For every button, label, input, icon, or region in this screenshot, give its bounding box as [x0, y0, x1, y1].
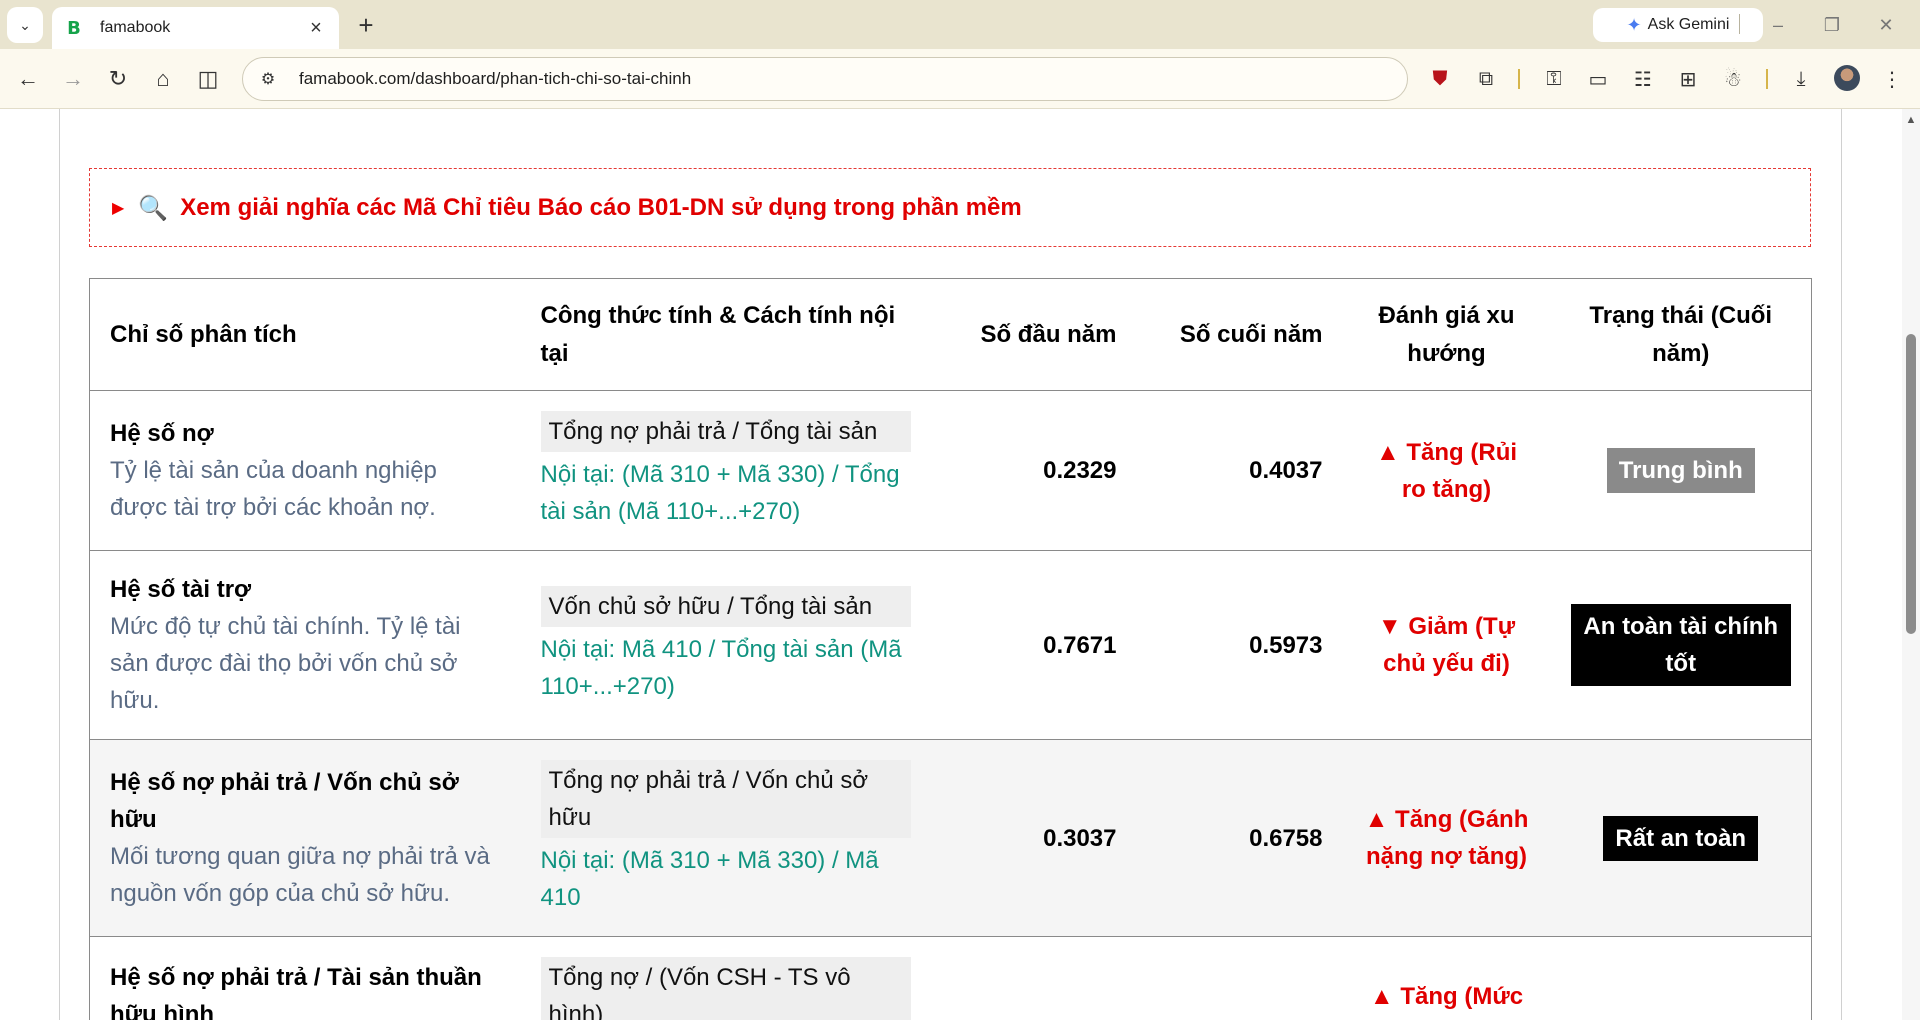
ratio-name: Hệ số nợ phải trả / Vốn chủ sở hữu	[110, 769, 459, 833]
financial-ratio-table: Chỉ số phân tích Công thức tính & Cách t…	[89, 278, 1812, 1020]
formula-text: Vốn chủ sở hữu / Tổng tài sản	[540, 585, 911, 627]
browser-tab-active[interactable]: B famabook ×	[52, 7, 339, 49]
end-value: 0.5973	[1136, 550, 1343, 740]
header-trend: Đánh giá xu hướng	[1342, 278, 1551, 391]
ratio-description: Mối tương quan giữa nợ phải trả và nguồn…	[110, 843, 490, 907]
menu-icon[interactable]: ⋮	[1876, 63, 1908, 95]
home-button[interactable]: ⌂	[147, 63, 179, 95]
ratio-cell: Hệ số nợ phải trả / Vốn chủ sở hữu Mối t…	[89, 739, 521, 937]
formula-text: Tổng nợ phải trả / Tổng tài sản	[540, 411, 911, 452]
reading-mode-icon[interactable]: ☷	[1627, 63, 1659, 95]
scroll-up-arrow-icon[interactable]: ▲	[1905, 115, 1917, 126]
back-button[interactable]: ←	[12, 63, 44, 95]
browser-toolbar: ← → ↻ ⌂ ◫ ⚙ famabook.com/dashboard/phan-…	[0, 49, 1920, 109]
toolbar-divider	[1518, 69, 1520, 89]
ratio-name: Hệ số nợ	[110, 420, 214, 447]
close-window-button[interactable]: ✕	[1866, 10, 1906, 40]
ratio-description: Mức độ tự chủ tài chính. Tỷ lệ tài sản đ…	[110, 613, 461, 714]
profile-avatar[interactable]	[1834, 65, 1860, 91]
close-tab-icon[interactable]: ×	[305, 17, 327, 39]
status-badge: Rất an toàn	[1603, 815, 1759, 861]
trend-assessment: ▲ Tăng (Gánh nặng nợ tăng)	[1342, 739, 1551, 937]
ask-gemini-button[interactable]: ✦ Ask Gemini	[1593, 8, 1763, 42]
magnifier-icon: 🔍	[138, 193, 169, 222]
formula-cell: Tổng nợ phải trả / Vốn chủ sở hữu Nội tạ…	[520, 739, 931, 937]
status-badge: Trung bình	[1606, 448, 1755, 493]
header-start-year: Số đầu năm	[930, 278, 1137, 391]
address-bar[interactable]: ⚙ famabook.com/dashboard/phan-tich-chi-s…	[242, 57, 1408, 101]
status-cell: Rất an toàn	[1550, 739, 1812, 937]
chevron-down-icon: ⌄	[19, 16, 31, 33]
header-end-year: Số cuối năm	[1136, 278, 1343, 391]
card-icon[interactable]: ▭	[1582, 63, 1614, 95]
start-value: 0.3037	[930, 739, 1137, 937]
formula-cell: Tổng nợ / (Vốn CSH - TS vô hình)	[520, 936, 931, 1020]
table-icon[interactable]: ⊞	[1672, 63, 1704, 95]
browser-tab-bar: ⌄ B famabook × + ✦ Ask Gemini – ❐ ✕	[0, 0, 1920, 49]
gemini-sparkle-icon: ✦	[1626, 14, 1642, 35]
key-icon[interactable]: ⚿	[1538, 63, 1570, 95]
ratio-name: Hệ số nợ phải trả / Tài sản thuần hữu hì…	[110, 964, 482, 1020]
ratio-name: Hệ số tài trợ	[110, 576, 252, 603]
start-value: 0.7671	[930, 550, 1137, 740]
formula-cell: Vốn chủ sở hữu / Tổng tài sản Nội tại: M…	[520, 550, 931, 740]
trend-assessment: ▲ Tăng (Rủi ro tăng)	[1342, 390, 1551, 551]
forward-button[interactable]: →	[57, 63, 89, 95]
header-formula: Công thức tính & Cách tính nội tại	[520, 278, 931, 391]
download-icon[interactable]: ⤓	[1785, 63, 1817, 95]
scrollbar-thumb[interactable]	[1906, 334, 1916, 634]
formula-text: Tổng nợ phải trả / Vốn chủ sở hữu	[540, 760, 911, 838]
trend-assessment: ▲ Tăng (Mức	[1342, 936, 1551, 1020]
window-controls-divider	[1739, 14, 1740, 34]
table-row: Hệ số nợ Tỷ lệ tài sản của doanh nghiệp …	[89, 390, 1812, 551]
header-ratio-name: Chỉ số phân tích	[89, 278, 521, 391]
split-view-button[interactable]: ◫	[192, 63, 224, 95]
table-row: Hệ số nợ phải trả / Vốn chủ sở hữu Mối t…	[89, 739, 1812, 937]
table-row: Hệ số tài trợ Mức độ tự chủ tài chính. T…	[89, 550, 1812, 740]
ratio-cell: Hệ số nợ phải trả / Tài sản thuần hữu hì…	[89, 936, 521, 1020]
page-viewport: ▶ 🔍 Xem giải nghĩa các Mã Chỉ tiêu Báo c…	[0, 109, 1920, 1020]
formula-detail: Nội tại: (Mã 310 + Mã 330) / Tổng tài sả…	[540, 461, 900, 525]
favicon-icon: B	[67, 17, 81, 39]
glossary-summary-text: Xem giải nghĩa các Mã Chỉ tiêu Báo cáo B…	[180, 193, 1022, 221]
start-value: 0.2329	[930, 390, 1137, 551]
formula-text: Tổng nợ / (Vốn CSH - TS vô hình)	[540, 957, 911, 1020]
toolbar-divider	[1766, 69, 1768, 89]
page-scrollbar[interactable]: ▲	[1902, 109, 1920, 1020]
bot-icon[interactable]: ☃	[1717, 63, 1749, 95]
status-cell: Trung bình	[1550, 390, 1812, 551]
puzzle-extensions-icon[interactable]: ⧉	[1470, 63, 1502, 95]
header-status: Trạng thái (Cuối năm)	[1550, 278, 1812, 391]
status-badge: An toàn tài chính tốt	[1570, 604, 1791, 686]
code-glossary-toggle[interactable]: ▶ 🔍 Xem giải nghĩa các Mã Chỉ tiêu Báo c…	[89, 168, 1811, 247]
new-tab-button[interactable]: +	[352, 10, 380, 40]
formula-detail: Nội tại: (Mã 310 + Mã 330) / Mã 410	[540, 847, 879, 911]
table-header-row: Chỉ số phân tích Công thức tính & Cách t…	[89, 278, 1812, 391]
ratio-cell: Hệ số nợ Tỷ lệ tài sản của doanh nghiệp …	[89, 390, 521, 551]
ask-gemini-label: Ask Gemini	[1647, 16, 1730, 33]
start-value	[930, 936, 1137, 1020]
tab-search-button[interactable]: ⌄	[7, 7, 43, 43]
shield-extension-icon[interactable]: ⛊	[1424, 63, 1456, 95]
site-info-icon[interactable]: ⚙	[257, 68, 279, 90]
status-cell	[1550, 936, 1812, 1020]
expand-triangle-icon: ▶	[112, 199, 125, 217]
restore-window-button[interactable]: ❐	[1812, 10, 1852, 40]
reload-button[interactable]: ↻	[102, 63, 134, 95]
end-value: 0.4037	[1136, 390, 1343, 551]
table-row: Hệ số nợ phải trả / Tài sản thuần hữu hì…	[89, 936, 1812, 1020]
status-cell: An toàn tài chính tốt	[1550, 550, 1812, 740]
tab-title: famabook	[100, 19, 171, 36]
end-value: 0.6758	[1136, 739, 1343, 937]
url-text[interactable]: famabook.com/dashboard/phan-tich-chi-so-…	[299, 69, 691, 89]
minimize-window-button[interactable]: –	[1758, 10, 1798, 40]
formula-cell: Tổng nợ phải trả / Tổng tài sản Nội tại:…	[520, 390, 931, 551]
ratio-description: Tỷ lệ tài sản của doanh nghiệp được tài …	[110, 457, 437, 521]
formula-detail: Nội tại: Mã 410 / Tổng tài sản (Mã 110+.…	[540, 635, 902, 700]
ratio-cell: Hệ số tài trợ Mức độ tự chủ tài chính. T…	[89, 550, 521, 740]
end-value	[1136, 936, 1343, 1020]
trend-assessment: ▼ Giảm (Tự chủ yếu đi)	[1342, 550, 1551, 740]
